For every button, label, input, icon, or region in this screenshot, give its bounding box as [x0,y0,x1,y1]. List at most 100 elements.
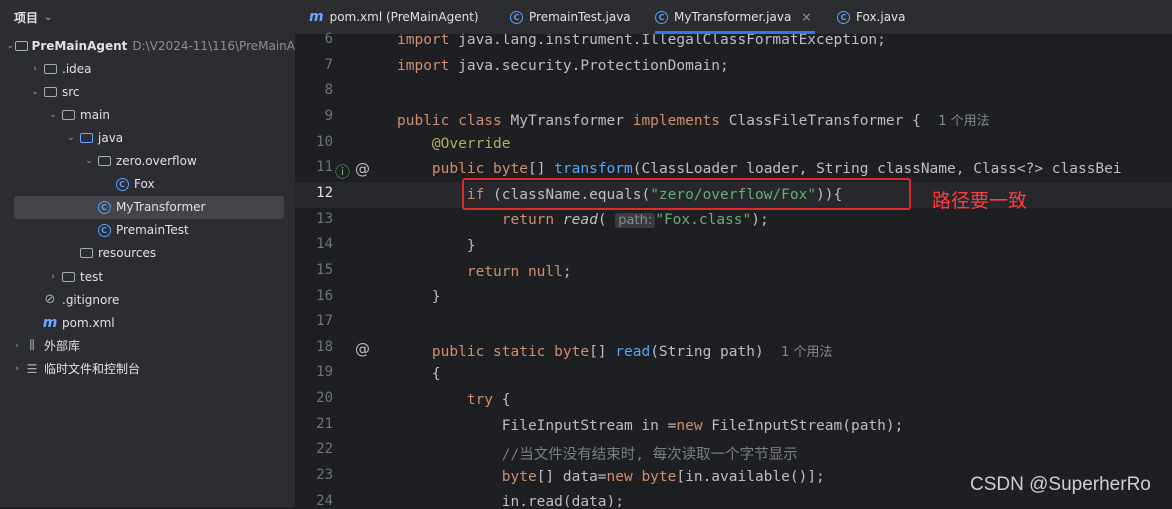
code-line-20: try { [466,392,511,408]
module-folder-icon [14,38,28,54]
override-at-icon[interactable]: @ [355,160,370,178]
chevron-right-icon[interactable]: › [46,272,60,282]
line-number[interactable]: 16 [295,288,333,304]
code-line-11: public byte[] transform(ClassLoader load… [431,161,1122,177]
line-number[interactable]: 13 [295,211,333,227]
line-number[interactable]: 7 [295,57,333,73]
line-number[interactable]: 15 [295,262,333,278]
tree-item-resources[interactable]: resources [0,242,295,265]
gitignore-icon: ⊘ [44,292,56,308]
line-number[interactable]: 12 [295,185,333,201]
code-line-23: byte[] data=new byte[in.available()]; [501,469,825,485]
folder-icon [60,269,76,285]
tree-item-label: pom.xml [62,315,115,330]
maven-icon: m [309,9,324,25]
tab-mytransformer[interactable]: C MyTransformer.java × [655,0,816,34]
project-header[interactable]: 项目 ⌄ [0,0,295,34]
class-icon: C [510,10,523,24]
tree-item-premainagent[interactable]: ⌄ PreMainAgent D:\V2024-11\116\PreMainA [0,34,295,57]
tab-label: pom.xml (PreMainAgent) [329,10,479,24]
resources-folder-icon [78,245,94,261]
implement-method-icon[interactable]: ⓘ [335,161,350,182]
tree-item--gitignore[interactable]: ⊘ .gitignore [0,288,295,311]
class-icon: C [837,10,850,24]
chevron-right-icon[interactable]: › [10,341,24,351]
library-icon: ⫼ [29,338,35,353]
source-folder-icon [78,130,94,146]
code-line-16: } [397,289,441,305]
chevron-down-icon[interactable]: ⌄ [82,156,96,166]
tree-item-label: java [98,130,124,145]
code-line-10: @Override [431,136,511,152]
chevron-down-icon[interactable]: ⌄ [28,87,42,97]
chevron-right-icon[interactable]: › [28,64,42,74]
watermark: CSDN @SuperherRo [970,474,1151,495]
folder-icon [42,84,58,100]
line-number[interactable]: 22 [295,441,333,457]
code-line-9: public class MyTransformer implements Cl… [397,113,990,129]
line-number[interactable]: 8 [295,82,333,98]
tree-item-label: MyTransformer [116,200,206,215]
chevron-down-icon[interactable]: ⌄ [64,133,78,143]
line-number[interactable]: 19 [295,364,333,380]
usage-hint[interactable]: 1 个用法 [938,114,989,129]
tree-item-path: D:\V2024-11\116\PreMainA [132,38,295,53]
chevron-down-icon[interactable]: ⌄ [46,110,60,120]
annotation-text: 路径要一致 [932,190,1028,212]
project-panel: 项目 ⌄ ⌄ PreMainAgent D:\V2024-11\116\PreMai… [0,0,295,507]
line-number[interactable]: 17 [295,313,333,329]
tree-item-label: main [80,107,110,122]
close-icon[interactable]: × [801,10,811,24]
tree-item-label: 临时文件和控制台 [44,362,141,377]
tree-item-label: src [62,84,80,99]
line-number[interactable]: 23 [295,467,333,483]
chevron-down-icon[interactable]: ⌄ [6,41,15,51]
tree-item-外部库[interactable]: › ⫼ 外部库 [0,334,295,357]
editor-tabs: m pom.xml (PreMainAgent) C PremainTest.j… [295,0,1172,34]
code-line-6: import java.lang.instrument.IllegalClass… [397,34,886,48]
tree-item--idea[interactable]: › .idea [0,57,295,80]
line-number[interactable]: 11 [295,159,333,175]
tree-item-fox[interactable]: C Fox [0,173,295,196]
line-number[interactable]: 20 [295,390,333,406]
code-line-24: in.read(data); [397,494,624,507]
chevron-right-icon[interactable]: › [10,364,24,374]
class-icon: C [96,199,112,215]
line-number[interactable]: 6 [295,31,333,47]
code-line-22: //当文件没有结束时, 每次读取一个字节显示 [501,447,798,463]
tree-item-zero-overflow[interactable]: ⌄ zero.overflow [0,150,295,173]
tab-label: PremainTest.java [529,10,631,24]
chevron-down-icon[interactable]: ⌄ [44,12,52,23]
tree-item-临时文件和控制台[interactable]: › ☰ 临时文件和控制台 [0,357,295,380]
highlight-box [462,178,911,210]
package-icon [96,153,112,169]
tree-item-premaintest[interactable]: C PremainTest [0,219,295,242]
tab-fox[interactable]: C Fox.java [837,0,906,34]
class-icon: C [655,10,668,24]
usage-hint[interactable]: 1 个用法 [781,345,832,360]
tree-item-test[interactable]: › test [0,265,295,288]
tree-item-mytransformer[interactable]: C MyTransformer [0,195,295,219]
line-number[interactable]: 9 [295,108,333,124]
code-line-14: } [397,238,476,254]
line-number[interactable]: 18 [295,339,333,355]
code-line-19: { [397,366,441,382]
tab-pom-xml[interactable]: m pom.xml (PreMainAgent) [309,0,479,34]
tree-item-main[interactable]: ⌄ main [0,103,295,126]
line-number[interactable]: 24 [295,493,333,509]
tab-premaintest[interactable]: C PremainTest.java [510,0,631,34]
class-icon: C [114,176,130,192]
gutter: 6 7 8 9 10 11 12 13 14 15 16 17 18 19 20 21 22 23 24 ⓘ @ @ [295,31,385,509]
line-number[interactable]: 14 [295,236,333,252]
tree-item-java[interactable]: ⌄ java [0,126,295,149]
annotation-at-icon[interactable]: @ [355,340,370,358]
code-editor[interactable]: import java.lang.instrument.IllegalClass… [385,34,1172,507]
tree-item-pom-xml[interactable]: m pom.xml [0,311,295,334]
folder-icon [42,61,58,77]
line-number[interactable]: 21 [295,416,333,432]
tree-item-label: PremainTest [116,223,189,238]
code-line-18: public static byte[] read(String path) 1… [431,344,833,360]
line-number[interactable]: 10 [295,134,333,150]
tree-item-label: .idea [62,61,92,76]
tree-item-src[interactable]: ⌄ src [0,80,295,103]
